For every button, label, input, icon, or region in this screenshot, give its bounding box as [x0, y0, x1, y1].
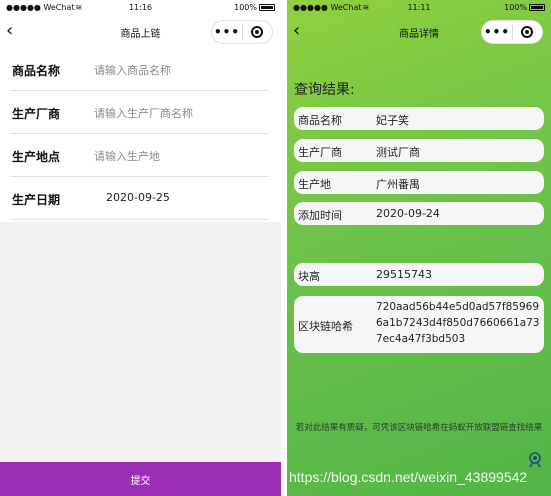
form-row-name: 商品名称 请输入商品名称 [0, 48, 281, 91]
more-dots-icon[interactable]: ••• [212, 26, 242, 38]
battery-percent: 100% [504, 3, 527, 12]
date-label: 生产日期 [12, 193, 61, 207]
block-hash-value: 720aad56b44e5d0ad57f859696a1b7243d4f850d… [376, 301, 540, 345]
name-label: 商品名称 [12, 64, 61, 78]
form-row-date: 生产日期 2020-09-25 [0, 177, 281, 220]
field-card-manufacturer: 生产厂商 测试厂商 [294, 139, 544, 162]
field-value: 广州番禺 [376, 178, 420, 191]
close-target-button[interactable] [243, 26, 272, 38]
field-card-added-time: 添加时间 2020-09-24 [294, 202, 544, 225]
battery-icon [259, 4, 275, 11]
miniprogram-capsule: ••• [481, 20, 543, 44]
location-input[interactable]: 请输入生产地 [94, 148, 160, 164]
field-key: 生产厂商 [298, 146, 342, 159]
block-height-value: 29515743 [376, 268, 432, 281]
nav-bar: ‹ 商品上链 ••• [0, 16, 281, 48]
field-key: 添加时间 [298, 209, 342, 222]
field-card-location: 生产地 广州番禺 [294, 171, 544, 194]
field-value: 妃子笑 [376, 114, 409, 127]
field-card-block-height: 块高 29515743 [294, 263, 544, 286]
product-form: 商品名称 请输入商品名称 生产厂商 请输入生产厂商名称 生产地点 请输入生产地 … [0, 48, 281, 220]
date-picker[interactable]: 2020-09-25 [106, 191, 170, 204]
field-key: 生产地 [298, 178, 331, 191]
miniprogram-capsule: ••• [211, 20, 273, 44]
manufacturer-input[interactable]: 请输入生产厂商名称 [94, 105, 193, 121]
footer-note: 若对此结果有质疑，可凭该区块链哈希在蚂蚁开放联盟链查找结果 [295, 423, 543, 433]
field-card-block-hash: 区块链哈希 720aad56b44e5d0ad57f859696a1b7243d… [294, 296, 544, 353]
target-icon [251, 26, 264, 38]
field-key: 商品名称 [298, 114, 342, 127]
location-label: 生产地点 [12, 150, 61, 164]
form-background [0, 222, 281, 462]
more-dots-icon[interactable]: ••• [482, 26, 512, 38]
lens-icon[interactable] [527, 451, 543, 469]
close-target-button[interactable] [513, 26, 542, 38]
block-height-key: 块高 [298, 270, 320, 283]
field-card-product-name: 商品名称 妃子笑 [294, 107, 544, 130]
battery-icon [529, 4, 545, 11]
row-divider [10, 219, 269, 220]
form-row-location: 生产地点 请输入生产地 [0, 134, 281, 177]
battery-percent: 100% [234, 3, 257, 12]
manufacturer-label: 生产厂商 [12, 107, 61, 121]
result-heading: 查询结果: [294, 82, 355, 98]
block-hash-key: 区块链哈希 [298, 320, 353, 333]
form-row-manufacturer: 生产厂商 请输入生产厂商名称 [0, 91, 281, 134]
product-onchain-screen: ●●●●● WeChat≋ 11:16 100% ‹ 商品上链 ••• 商品名称… [0, 0, 281, 496]
product-detail-screen: ●●●●● WeChat≋ 11:11 100% ‹ 商品详情 ••• 查询结果… [287, 0, 551, 496]
field-value: 2020-09-24 [376, 207, 440, 220]
name-input[interactable]: 请输入商品名称 [94, 62, 171, 78]
target-icon [521, 26, 534, 38]
field-value: 测试厂商 [376, 146, 420, 159]
submit-button[interactable]: 提交 [0, 462, 281, 496]
submit-label: 提交 [130, 475, 151, 487]
watermark: https://blog.csdn.net/weixin_43899542 [289, 469, 528, 485]
nav-bar: ‹ 商品详情 ••• [287, 16, 551, 48]
